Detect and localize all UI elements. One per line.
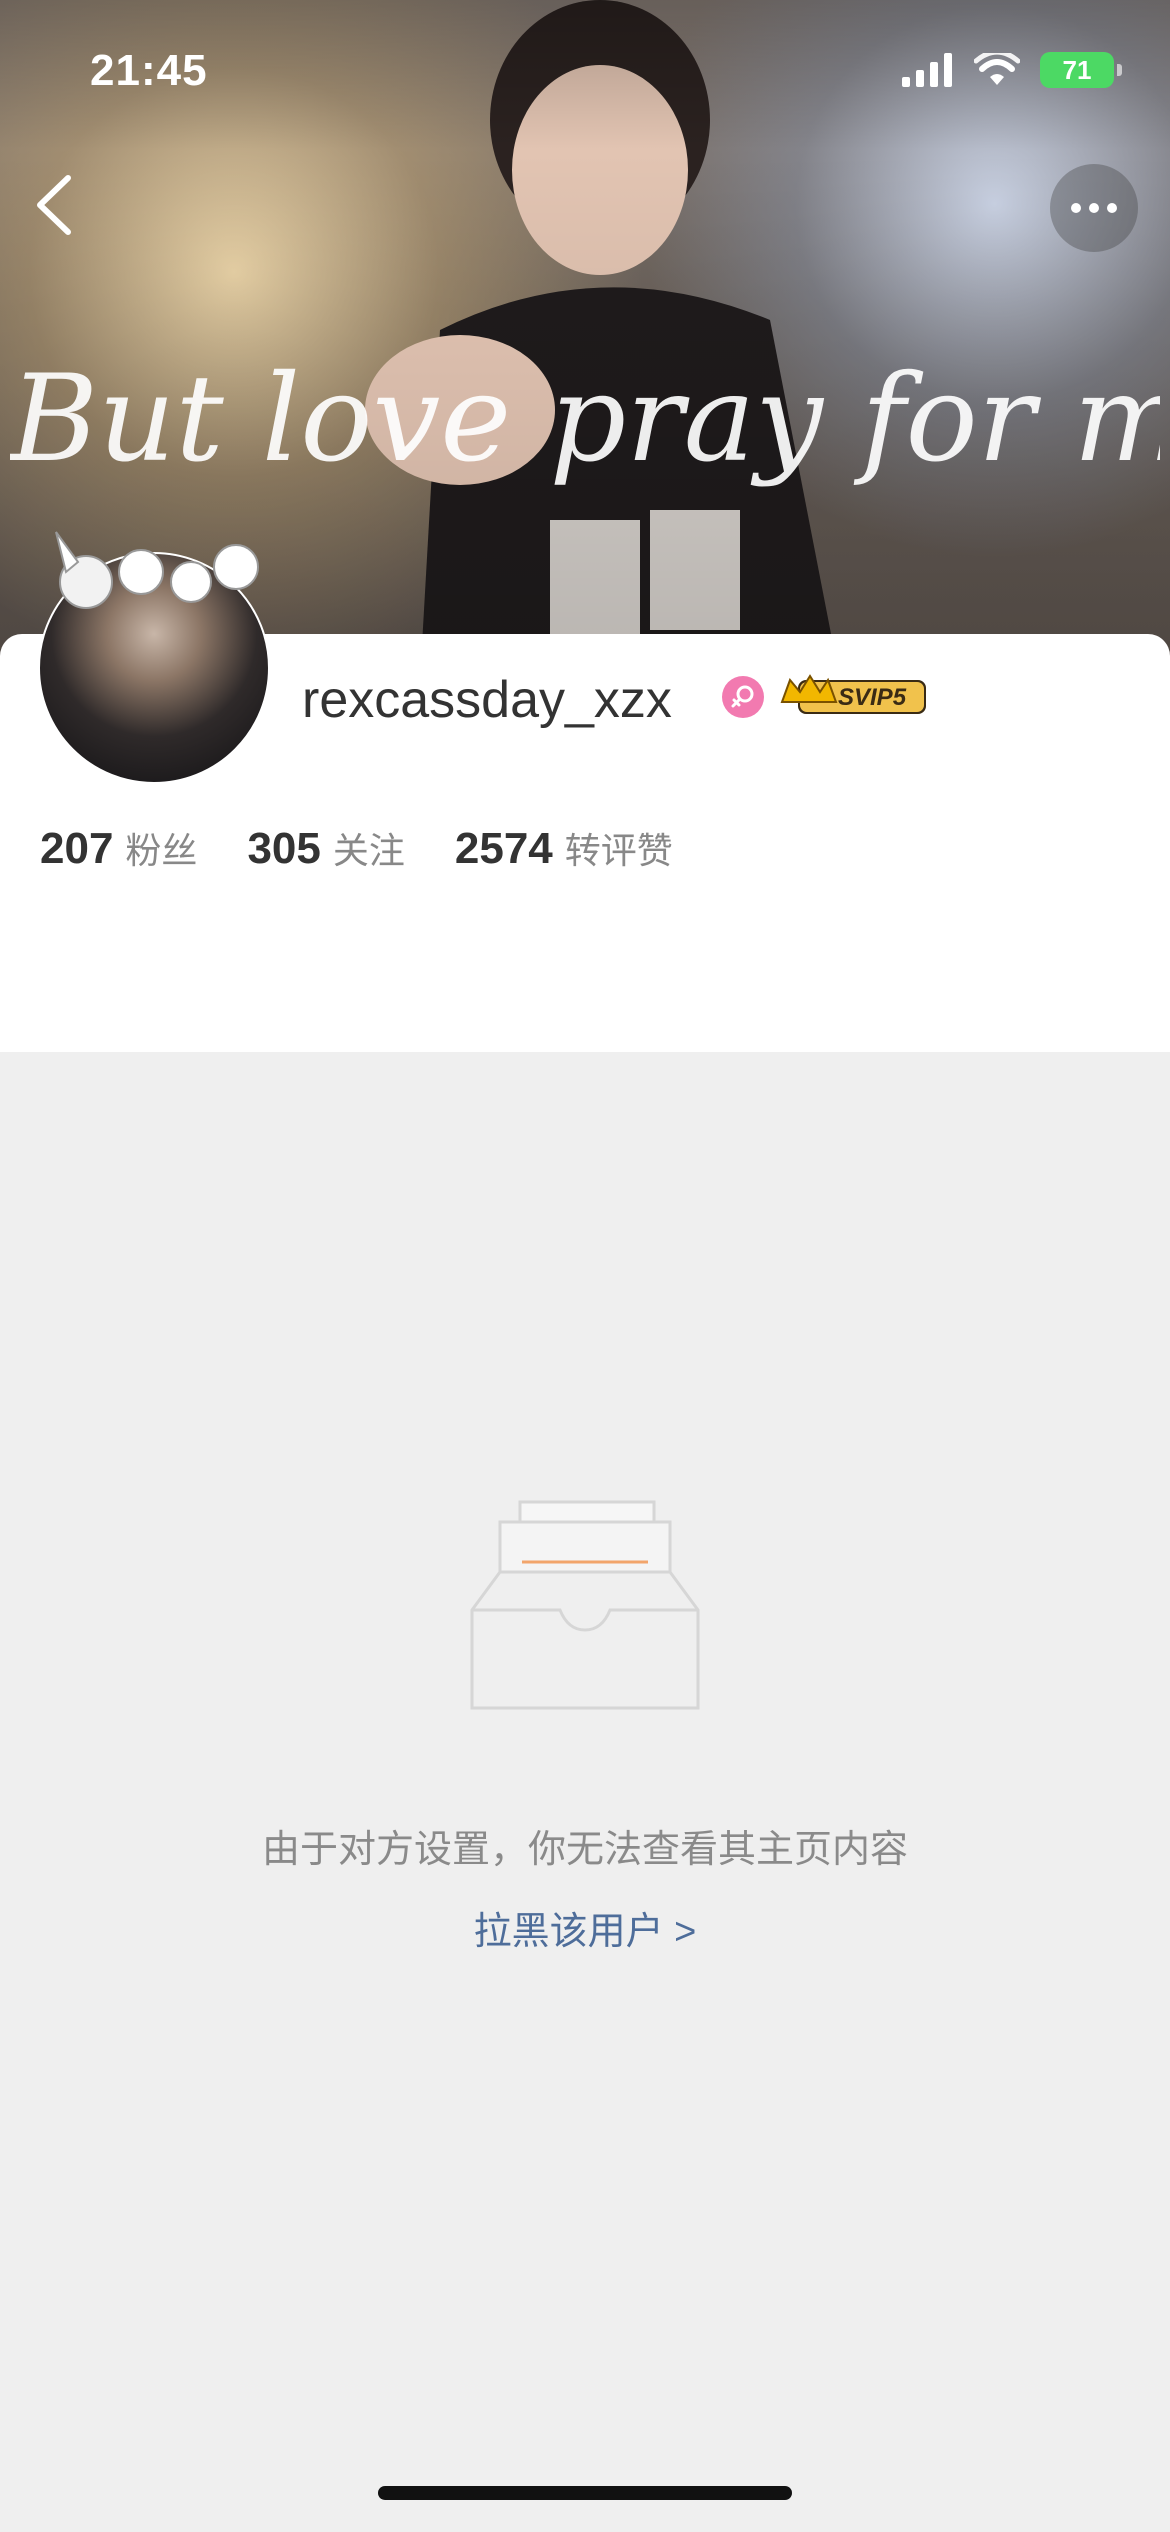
more-dot-icon bbox=[1071, 203, 1081, 213]
back-icon[interactable] bbox=[30, 170, 80, 240]
svg-text:But love pray for me: But love pray for me bbox=[10, 350, 1160, 489]
female-icon bbox=[722, 676, 764, 718]
battery-icon: 71 bbox=[1040, 52, 1122, 88]
more-dot-icon bbox=[1107, 203, 1117, 213]
stat-label: 转评赞 bbox=[564, 830, 673, 871]
svip-badge[interactable]: SVIP5 bbox=[780, 672, 928, 720]
status-bar: 21:45 71 bbox=[0, 0, 1170, 150]
stat-value: 207 bbox=[40, 824, 114, 873]
block-user-link[interactable]: 拉黑该用户 > bbox=[0, 1900, 1170, 1955]
empty-inbox-icon bbox=[470, 1500, 700, 1710]
more-options-button[interactable] bbox=[1050, 164, 1138, 252]
more-dot-icon bbox=[1089, 203, 1099, 213]
wifi-icon bbox=[974, 53, 1020, 85]
home-indicator[interactable] bbox=[378, 2486, 792, 2500]
stat-interactions[interactable]: 2574 转评赞 bbox=[455, 822, 673, 874]
cellular-signal-icon bbox=[902, 53, 952, 87]
battery-level: 71 bbox=[1062, 54, 1092, 85]
cover-script-text: But love pray for me bbox=[10, 350, 1160, 489]
avatar-container[interactable] bbox=[38, 531, 270, 784]
stat-followers[interactable]: 207 粉丝 bbox=[40, 822, 197, 874]
restricted-message: 由于对方设置，你无法查看其主页内容 bbox=[261, 1829, 908, 1871]
avatar-decoration-icon bbox=[55, 531, 259, 609]
stat-value: 2574 bbox=[454, 824, 553, 873]
stat-label: 关注 bbox=[332, 830, 405, 871]
status-time: 21:45 bbox=[90, 46, 208, 95]
female-symbol-icon bbox=[731, 685, 754, 708]
profile-stats: 207 粉丝 305 关注 2574 转评赞 bbox=[40, 822, 673, 874]
status-icons: 71 bbox=[902, 52, 1122, 88]
username: rexcassday_xzx bbox=[302, 671, 672, 729]
svip-label: SVIP5 bbox=[838, 684, 907, 711]
stat-value: 305 bbox=[247, 824, 321, 873]
stat-following[interactable]: 305 关注 bbox=[247, 822, 404, 874]
stat-label: 粉丝 bbox=[125, 830, 198, 871]
